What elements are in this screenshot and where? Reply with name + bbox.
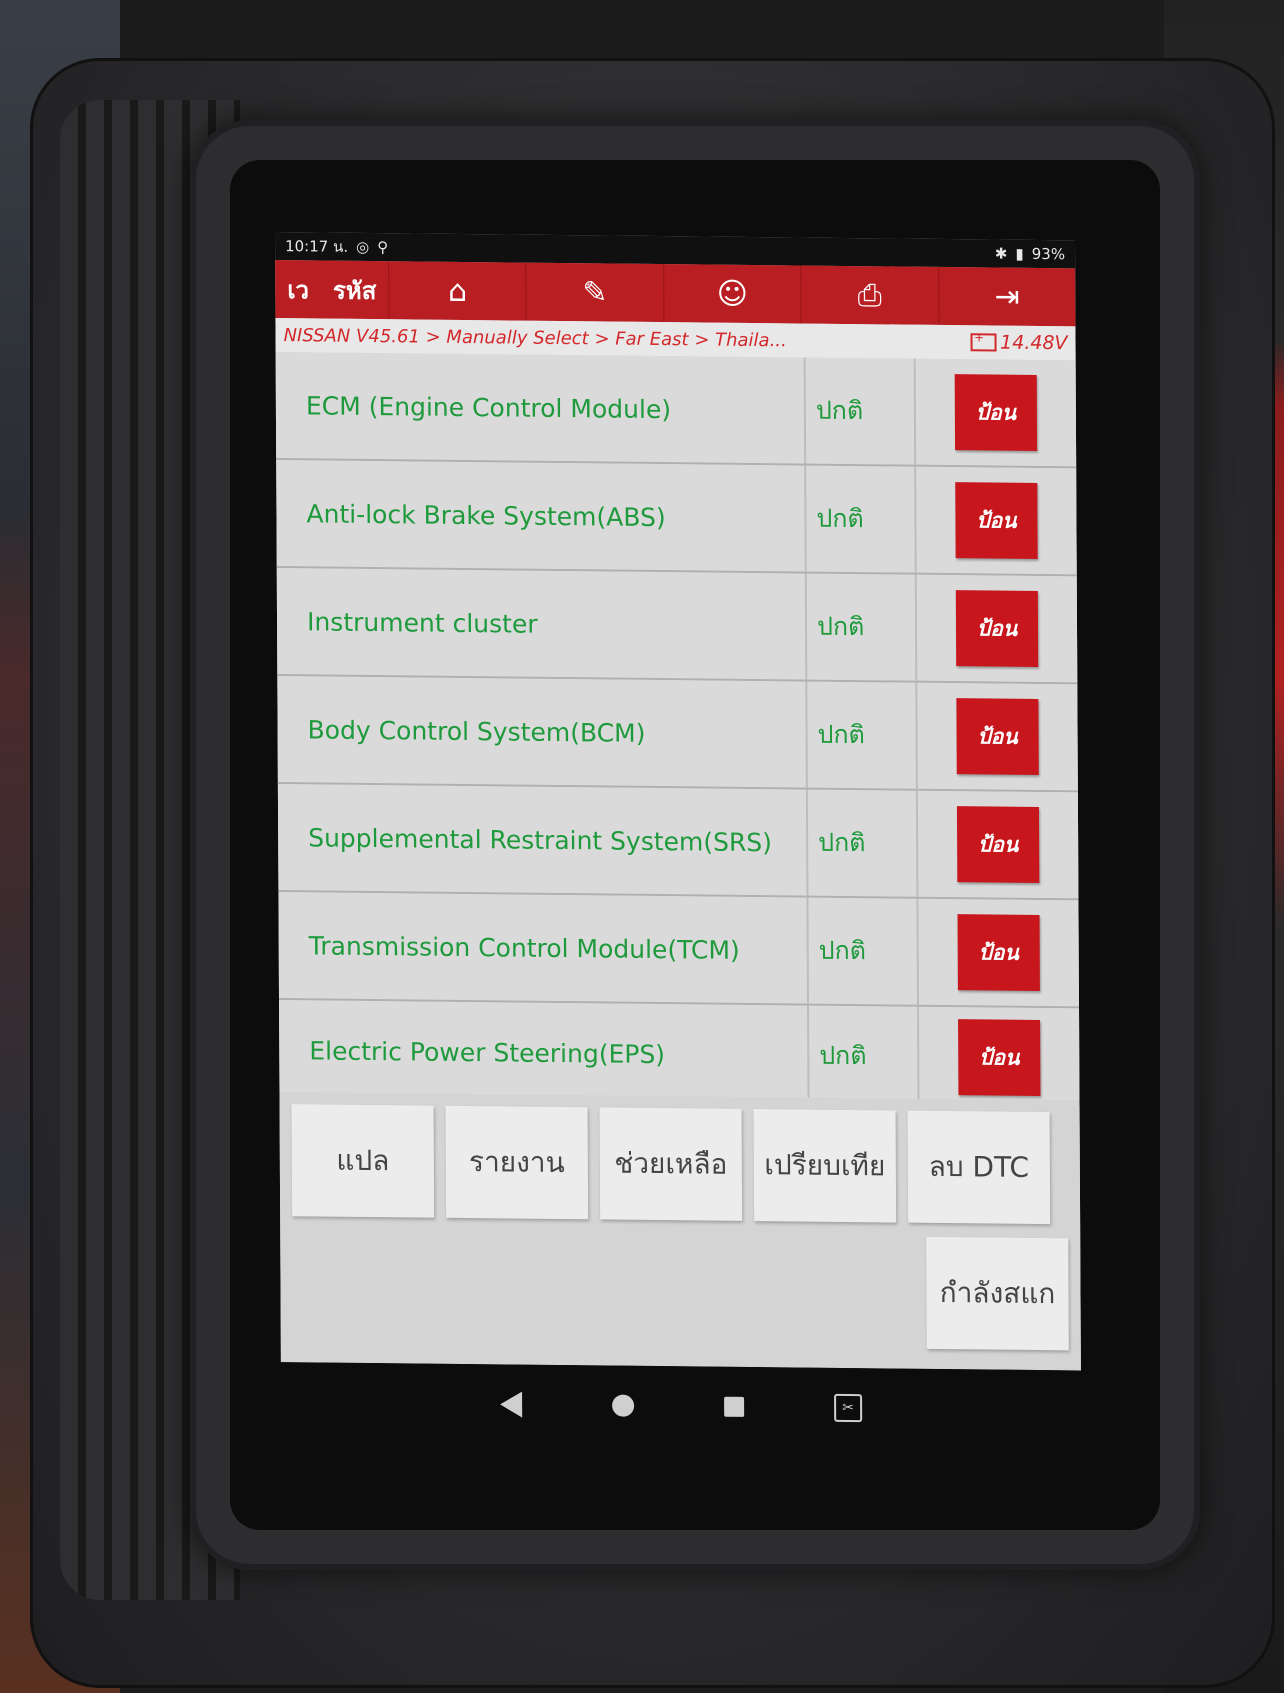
enter-button[interactable]: ป้อน: [957, 914, 1040, 992]
home-icon[interactable]: ⌂: [388, 261, 526, 321]
system-status: ปกติ: [807, 789, 919, 897]
enter-button[interactable]: ป้อน: [954, 374, 1038, 451]
enter-button[interactable]: ป้อน: [956, 806, 1040, 884]
system-name: ECM (Engine Control Module): [275, 352, 807, 464]
scanning-button[interactable]: กำลังสแก: [926, 1236, 1069, 1351]
top-toolbar: เว รหัส ⌂ ✎ ☺ ⎙ ⇥: [275, 260, 1076, 327]
system-name: Instrument cluster: [276, 568, 808, 680]
system-status: ปกติ: [805, 357, 917, 465]
home-circle-icon[interactable]: [612, 1394, 635, 1417]
system-row: Supplemental Restraint System(SRS) ปกติ …: [277, 784, 1079, 901]
enter-button[interactable]: ป้อน: [955, 482, 1038, 559]
system-status: ปกติ: [807, 681, 918, 789]
system-list: ECM (Engine Control Module) ปกติ ป้อน An…: [275, 352, 1080, 1111]
bluetooth-icon: ✱: [994, 244, 1008, 263]
battery-level: 93%: [1031, 244, 1066, 264]
system-row: Anti-lock Brake System(ABS) ปกติ ป้อน: [276, 460, 1077, 577]
enter-button[interactable]: ป้อน: [955, 590, 1039, 667]
exit-icon[interactable]: ⇥: [937, 266, 1076, 327]
system-row: Instrument cluster ปกติ ป้อน: [276, 568, 1078, 685]
system-name: Body Control System(BCM): [277, 676, 808, 788]
enter-button[interactable]: ป้อน: [958, 1019, 1041, 1097]
function-panel: แปล รายงาน ช่วยเหลือ เปรียบเทีย ลบ DTC ก…: [279, 1092, 1081, 1371]
code-button[interactable]: รหัส: [321, 270, 389, 310]
report-button[interactable]: รายงาน: [445, 1105, 589, 1220]
system-name: Anti-lock Brake System(ABS): [276, 460, 807, 572]
help-button[interactable]: ช่วยเหลือ: [599, 1107, 743, 1221]
system-row: ECM (Engine Control Module) ปกติ ป้อน: [275, 352, 1077, 469]
car-battery-icon: [970, 333, 997, 352]
system-name: Electric Power Steering(EPS): [279, 1000, 810, 1106]
compare-button[interactable]: เปรียบเทีย: [753, 1109, 897, 1223]
printer-icon[interactable]: ⎙: [800, 265, 939, 325]
diagnostic-screen: 10:17 น. ◎ ⚲ ✱ ▮ 93% เว รหัส ⌂ ✎ ☺ ⎙ ⇥ N…: [275, 232, 1082, 1451]
system-name: Supplemental Restraint System(SRS): [277, 784, 809, 896]
system-row: Transmission Control Module(TCM) ปกติ ป้…: [278, 892, 1080, 1009]
back-button[interactable]: เว: [275, 270, 321, 309]
system-status: ปกติ: [806, 573, 918, 681]
clear-dtc-button[interactable]: ลบ DTC: [907, 1110, 1051, 1225]
user-icon[interactable]: ☺: [662, 264, 801, 324]
battery-icon: ▮: [1015, 244, 1024, 263]
voltage-value: 14.48V: [1000, 331, 1068, 355]
recent-apps-icon[interactable]: [724, 1396, 745, 1417]
back-icon[interactable]: [500, 1391, 523, 1418]
system-status: ปกติ: [806, 465, 917, 573]
system-status: ปกติ: [808, 897, 920, 1005]
system-status: ปกติ: [809, 1005, 920, 1107]
usb-icon: ⚲: [377, 238, 389, 257]
system-name: Transmission Control Module(TCM): [278, 892, 810, 1004]
edit-icon[interactable]: ✎: [525, 262, 664, 323]
voltage-readout: 14.48V: [970, 331, 1068, 354]
android-nav-bar: ✂: [280, 1362, 1082, 1451]
breadcrumb: NISSAN V45.61 > Manually Select > Far Ea…: [283, 324, 787, 351]
enter-button[interactable]: ป้อน: [956, 698, 1039, 776]
status-time: 10:17 น.: [285, 237, 349, 256]
system-row: Body Control System(BCM) ปกติ ป้อน: [277, 676, 1078, 793]
screenshot-icon[interactable]: ✂: [834, 1393, 863, 1423]
sync-icon: ◎: [356, 237, 370, 256]
translate-button[interactable]: แปล: [291, 1104, 435, 1218]
